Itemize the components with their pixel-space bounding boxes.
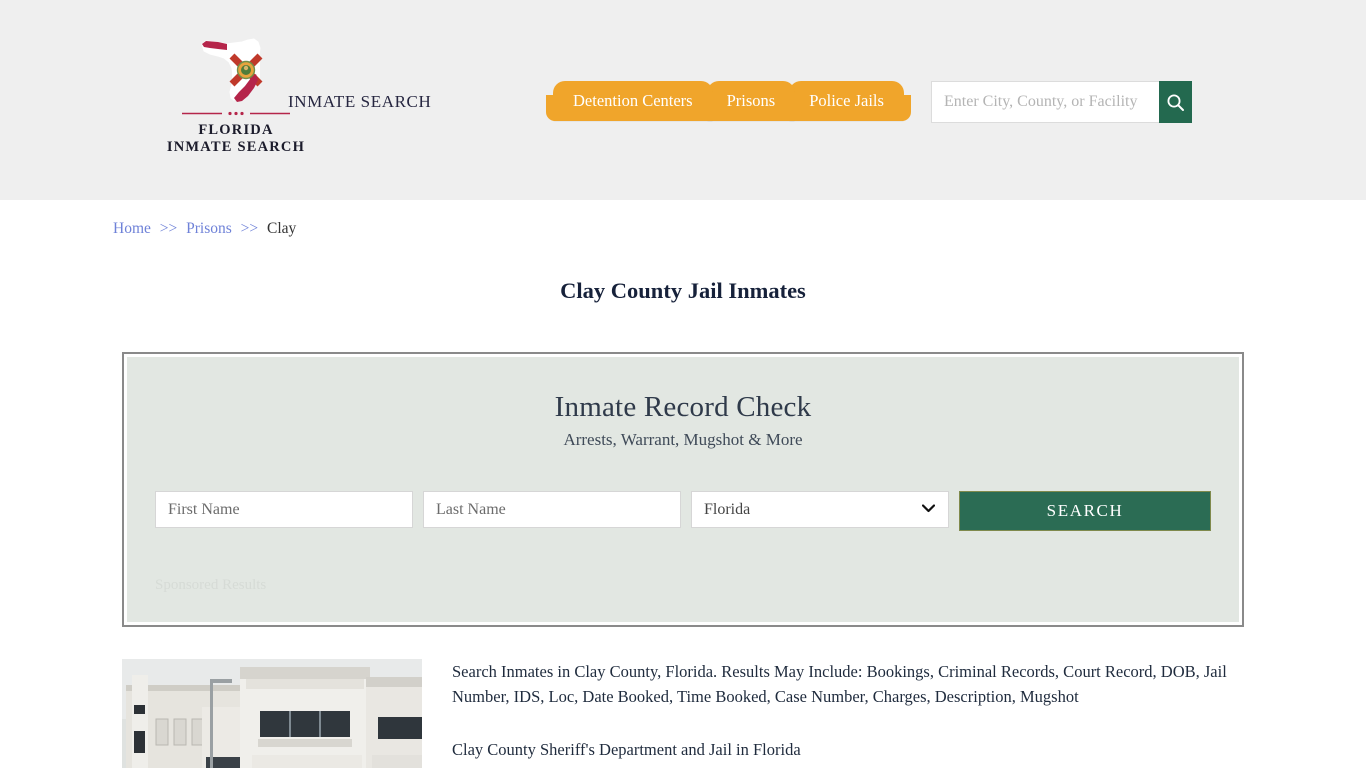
record-check-heading: Inmate Record Check — [554, 391, 812, 423]
logo-divider-icon — [182, 111, 290, 116]
nav-tab-label: Detention Centers — [573, 91, 693, 110]
record-check-form: Florida SEARCH — [155, 491, 1211, 531]
state-select-wrapper: Florida — [691, 491, 949, 528]
page-title: Clay County Jail Inmates — [560, 278, 806, 303]
jail-building-photo — [122, 659, 422, 768]
county-info-section: Search Inmates in Clay County, Florida. … — [122, 659, 1244, 768]
record-check-subheading: Arrests, Warrant, Mugshot & More — [563, 430, 803, 449]
header-search-input[interactable] — [931, 81, 1159, 123]
header-tagline: INMATE SEARCH — [288, 92, 432, 111]
breadcrumb-separator: >> — [240, 220, 259, 237]
nav-tab-prisons[interactable]: Prisons — [699, 81, 802, 121]
record-check-search-button[interactable]: SEARCH — [959, 491, 1211, 531]
breadcrumb-link-prisons[interactable]: Prisons — [186, 220, 232, 237]
inmate-record-check-body: Inmate Record Check Arrests, Warrant, Mu… — [127, 357, 1239, 622]
last-name-input[interactable] — [423, 491, 681, 528]
first-name-input[interactable] — [155, 491, 413, 528]
state-select[interactable]: Florida — [691, 491, 949, 528]
breadcrumb-separator: >> — [159, 220, 178, 237]
nav-tab-detention-centers[interactable]: Detention Centers — [546, 81, 720, 121]
site-header: FLORIDA INMATE SEARCH INMATE SEARCH Dete… — [0, 0, 1366, 200]
nav-tab-police-jails[interactable]: Police Jails — [782, 81, 911, 121]
florida-map-flag-icon — [201, 38, 263, 102]
nav-tab-label: Prisons — [726, 91, 776, 110]
sponsored-results-label: Sponsored Results — [155, 577, 267, 593]
logo-text-line2: INMATE SEARCH — [166, 139, 306, 155]
primary-nav: Detention Centers Prisons Police Jails — [546, 81, 911, 121]
logo-text-line1: FLORIDA — [198, 122, 274, 138]
breadcrumb: Home >> Prisons >> Clay — [113, 200, 1253, 238]
header-inner: FLORIDA INMATE SEARCH INMATE SEARCH Dete… — [113, 0, 1253, 200]
county-info-paragraph-1: Search Inmates in Clay County, Florida. … — [452, 662, 1227, 706]
county-info-text: Search Inmates in Clay County, Florida. … — [422, 659, 1244, 762]
breadcrumb-current: Clay — [267, 220, 297, 237]
header-search — [931, 81, 1192, 123]
inmate-record-check-card: Inmate Record Check Arrests, Warrant, Mu… — [122, 352, 1244, 627]
search-icon — [1167, 94, 1184, 111]
county-info-paragraph-2: Clay County Sheriff's Department and Jai… — [452, 740, 801, 759]
breadcrumb-link-home[interactable]: Home — [113, 220, 151, 237]
jail-building-illustration — [122, 659, 422, 768]
nav-tab-label: Police Jails — [809, 91, 884, 110]
header-search-button[interactable] — [1159, 81, 1192, 123]
